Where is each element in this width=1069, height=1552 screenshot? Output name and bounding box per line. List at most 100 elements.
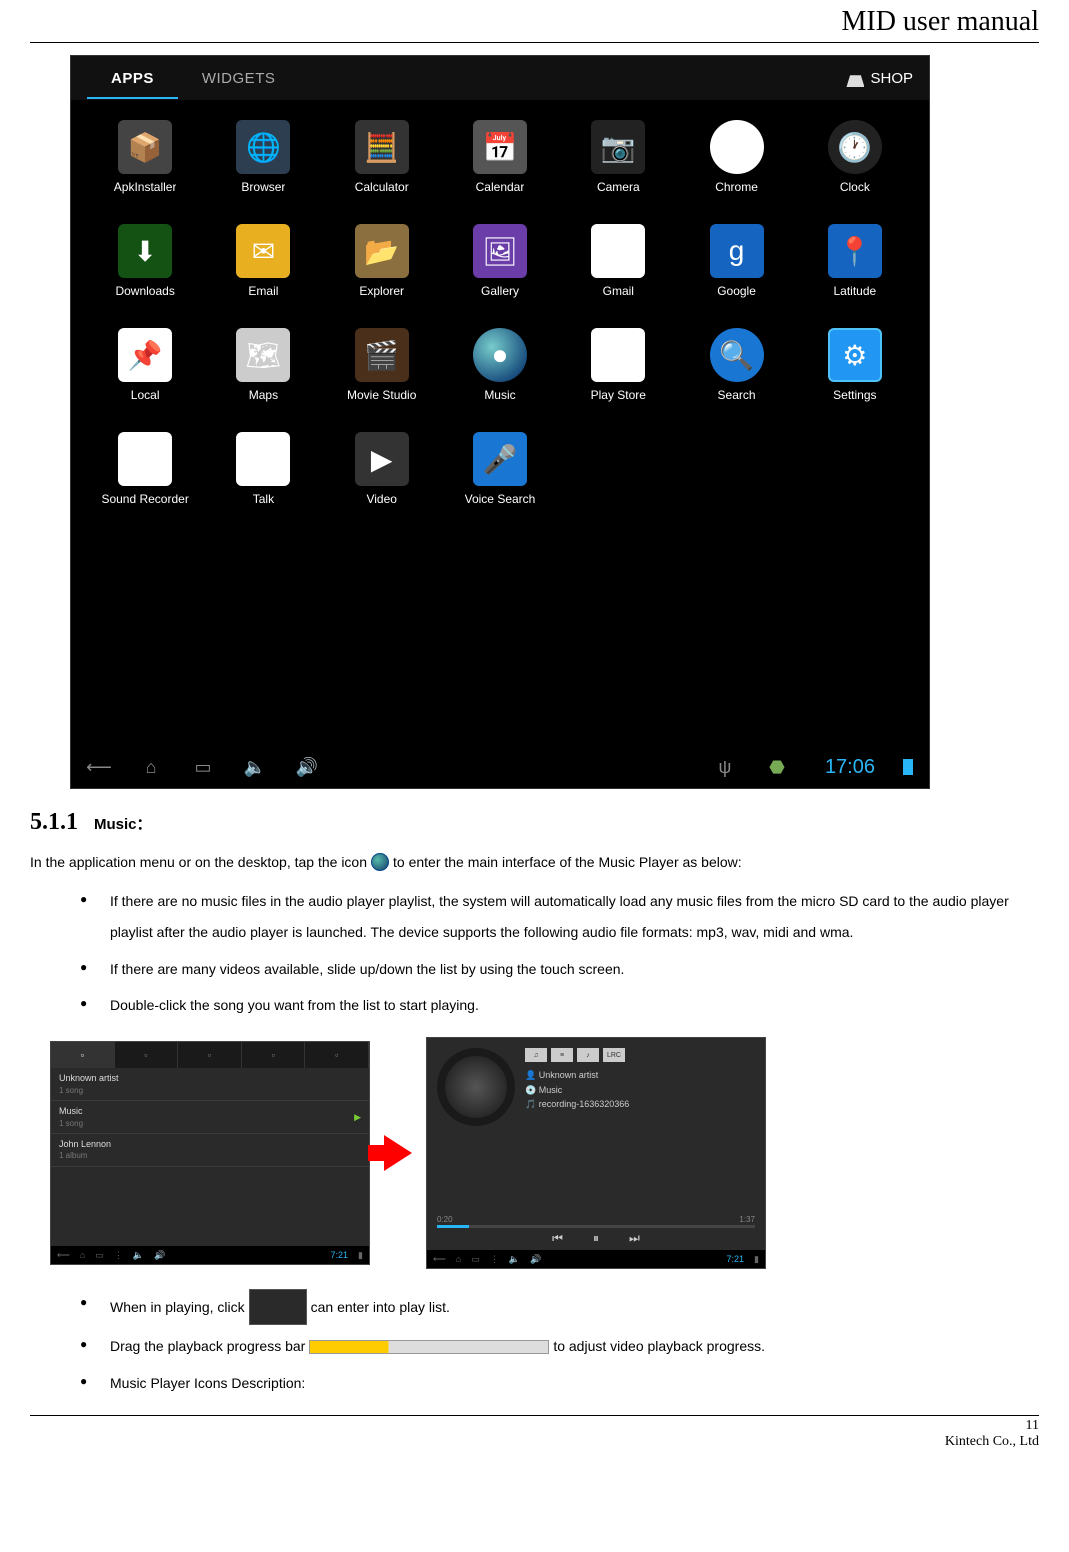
app-label: Email xyxy=(248,284,278,298)
app-item[interactable]: 🎙Sound Recorder xyxy=(91,432,199,506)
recent-icon[interactable]: ▭ xyxy=(191,755,215,779)
music-list-screenshot: ▫▫▫▫▫ Unknown artist1 songMusic1 song▶Jo… xyxy=(50,1041,370,1265)
app-label: Settings xyxy=(833,388,876,402)
app-label: Google xyxy=(717,284,756,298)
album-art xyxy=(437,1048,515,1126)
app-item[interactable]: ⚙Settings xyxy=(801,328,909,402)
home-icon[interactable]: ⌂ xyxy=(456,1254,461,1264)
app-item[interactable]: ▶Play Store xyxy=(564,328,672,402)
app-item[interactable]: 📦 ApkInstaller xyxy=(91,120,199,194)
apkinstaller-icon: 📦 xyxy=(118,120,172,174)
voice-search-icon: 🎤 xyxy=(473,432,527,486)
music-tab[interactable]: ▫ xyxy=(242,1042,306,1068)
battery-icon xyxy=(903,759,913,775)
app-label: Music xyxy=(484,388,515,402)
tab-apps[interactable]: APPS xyxy=(87,58,178,99)
back-icon[interactable]: ⟵ xyxy=(57,1250,70,1261)
music-tab[interactable]: ▫ xyxy=(178,1042,242,1068)
app-item[interactable]: 📌Local xyxy=(91,328,199,402)
play-store-icon: ▶ xyxy=(591,328,645,382)
music-row[interactable]: John Lennon1 album xyxy=(51,1134,369,1167)
recent-icon[interactable]: ▭ xyxy=(471,1254,480,1265)
time-total: 1:37 xyxy=(739,1215,755,1224)
back-icon[interactable]: ⟵ xyxy=(433,1254,446,1265)
app-item[interactable]: 🕐Clock xyxy=(801,120,909,194)
app-item[interactable]: ⬇Downloads xyxy=(91,224,199,298)
app-label: Latitude xyxy=(833,284,876,298)
app-label: Calculator xyxy=(355,180,409,194)
next-icon[interactable]: ⏭ xyxy=(629,1231,640,1246)
music-tab[interactable]: ▫ xyxy=(305,1042,369,1068)
app-item[interactable]: 🗺Maps xyxy=(209,328,317,402)
progress-bar[interactable] xyxy=(437,1225,755,1228)
playlist-button-img xyxy=(249,1289,307,1325)
app-label: Chrome xyxy=(715,180,758,194)
app-item[interactable]: 🖼Gallery xyxy=(446,224,554,298)
player-mode-btn[interactable]: ♫ xyxy=(525,1048,547,1062)
home-icon[interactable]: ⌂ xyxy=(139,755,163,779)
music-row[interactable]: Music1 song▶ xyxy=(51,1101,369,1134)
clock: 17:06 xyxy=(825,756,875,779)
app-label: ApkInstaller xyxy=(114,180,177,194)
pause-icon[interactable]: ⏸ xyxy=(593,1231,599,1246)
email-icon: ✉ xyxy=(236,224,290,278)
app-item[interactable]: 📷Camera xyxy=(564,120,672,194)
app-item[interactable]: talkTalk xyxy=(209,432,317,506)
calendar-icon: 📅 xyxy=(473,120,527,174)
app-item[interactable]: 🎤 Voice Search xyxy=(446,432,554,506)
player-lrc-btn[interactable]: LRC xyxy=(603,1048,625,1062)
clock-icon: 🕐 xyxy=(828,120,882,174)
vol-down-icon[interactable]: 🔈 xyxy=(133,1250,144,1261)
app-item[interactable]: M Gmail xyxy=(564,224,672,298)
app-item[interactable]: 📂Explorer xyxy=(328,224,436,298)
calculator-icon: 🧮 xyxy=(355,120,409,174)
gallery-icon: 🖼 xyxy=(473,224,527,278)
video-icon: ▶ xyxy=(355,432,409,486)
app-item[interactable]: 📍 Latitude xyxy=(801,224,909,298)
app-item[interactable]: gGoogle xyxy=(682,224,790,298)
vol-up-icon[interactable]: 🔊 xyxy=(530,1254,541,1265)
home-icon[interactable]: ⌂ xyxy=(80,1250,85,1260)
doc-header: MID user manual xyxy=(30,6,1039,38)
recent-icon[interactable]: ▭ xyxy=(95,1250,104,1261)
android-apps-screenshot: APPS WIDGETS SHOP 📦ApkInstaller🌐Browser🧮… xyxy=(70,55,930,789)
shop-icon xyxy=(846,69,864,87)
latitude-icon: 📍 xyxy=(828,224,882,278)
app-item[interactable]: 🧮 Calculator xyxy=(328,120,436,194)
app-item[interactable]: 📅Calendar xyxy=(446,120,554,194)
player-shuffle-btn[interactable]: ♪ xyxy=(577,1048,599,1062)
app-item[interactable]: ◉Chrome xyxy=(682,120,790,194)
music-tab[interactable]: ▫ xyxy=(51,1042,115,1068)
footer-company: Kintech Co., Ltd xyxy=(945,1434,1039,1450)
music-row[interactable]: Unknown artist1 song xyxy=(51,1068,369,1101)
movie-studio-icon: 🎬 xyxy=(355,328,409,382)
app-item[interactable]: 🌐Browser xyxy=(209,120,317,194)
music-tab[interactable]: ▫ xyxy=(115,1042,179,1068)
player-list-btn[interactable]: ≡ xyxy=(551,1048,573,1062)
app-item[interactable]: 🎬Movie Studio xyxy=(328,328,436,402)
app-item[interactable]: ▶Video xyxy=(328,432,436,506)
app-item[interactable]: ●Music xyxy=(446,328,554,402)
vol-down-icon[interactable]: 🔈 xyxy=(509,1254,520,1265)
vol-down-icon[interactable]: 🔈 xyxy=(243,755,267,779)
music-tabs: ▫▫▫▫▫ xyxy=(51,1042,369,1068)
tab-widgets[interactable]: WIDGETS xyxy=(178,58,300,99)
shop-link[interactable]: SHOP xyxy=(846,69,913,87)
shop-label: SHOP xyxy=(870,70,913,87)
vol-up-icon[interactable]: 🔊 xyxy=(295,755,319,779)
browser-icon: 🌐 xyxy=(236,120,290,174)
vol-up-icon[interactable]: 🔊 xyxy=(154,1250,165,1261)
usb-icon: ψ xyxy=(713,755,737,779)
bullet-list-a: If there are no music files in the audio… xyxy=(30,886,1039,1021)
back-icon[interactable]: ⟵ xyxy=(87,755,111,779)
app-label: Talk xyxy=(253,492,274,506)
app-label: Voice Search xyxy=(465,492,536,506)
gmail-icon: M xyxy=(591,224,645,278)
app-item[interactable]: 🔍Search xyxy=(682,328,790,402)
app-label: Gmail xyxy=(603,284,634,298)
prev-icon[interactable]: ⏮ xyxy=(552,1231,563,1246)
header-rule xyxy=(30,42,1039,43)
list-item: When in playing, click can enter into pl… xyxy=(80,1289,1039,1325)
android-navbar: ⟵ ⌂ ▭ 🔈 🔊 ψ ⬣ 17:06 xyxy=(71,746,929,788)
app-item[interactable]: ✉ Email xyxy=(209,224,317,298)
